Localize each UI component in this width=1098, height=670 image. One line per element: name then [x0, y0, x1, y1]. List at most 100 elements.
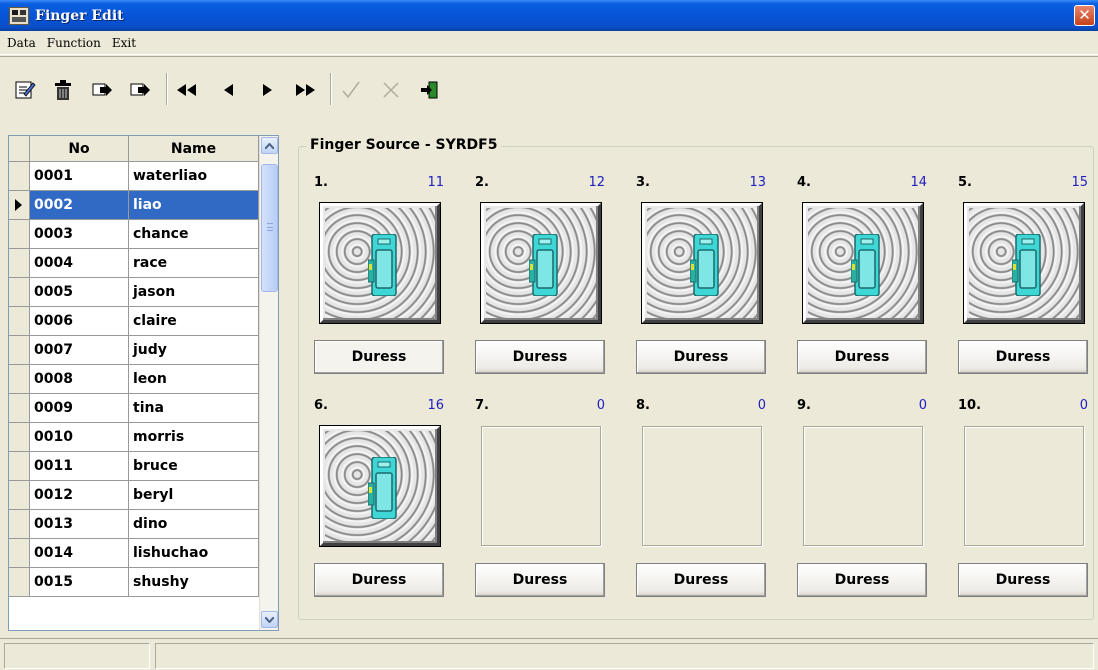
duress-button[interactable]: Duress	[958, 563, 1088, 597]
menu-data[interactable]: Data	[3, 36, 40, 50]
duress-button[interactable]: Duress	[475, 340, 605, 374]
row-indicator[interactable]	[9, 365, 30, 394]
grid-vertical-scrollbar[interactable]	[259, 136, 278, 630]
fingerprint-image[interactable]	[320, 203, 440, 323]
empty-fingerprint-slot[interactable]	[642, 426, 762, 546]
cell-name[interactable]: liao	[129, 191, 259, 220]
row-indicator[interactable]	[9, 568, 30, 597]
duress-button[interactable]: Duress	[636, 340, 766, 374]
cell-no[interactable]: 0015	[30, 568, 129, 597]
import-button[interactable]	[90, 77, 116, 103]
export-button[interactable]	[128, 77, 154, 103]
scroll-thumb[interactable]	[261, 164, 278, 292]
menu-exit[interactable]: Exit	[108, 36, 140, 50]
duress-button[interactable]: Duress	[314, 340, 444, 374]
row-indicator[interactable]	[9, 220, 30, 249]
cell-no[interactable]: 0010	[30, 423, 129, 452]
fingerprint-image[interactable]	[642, 203, 762, 323]
table-row[interactable]: 0014 lishuchao	[9, 539, 259, 568]
cell-no[interactable]: 0002	[30, 191, 129, 220]
cell-no[interactable]: 0001	[30, 162, 129, 191]
scroll-down-button[interactable]	[261, 611, 278, 628]
table-row[interactable]: 0009 tina	[9, 394, 259, 423]
cell-no[interactable]: 0007	[30, 336, 129, 365]
row-indicator[interactable]	[9, 336, 30, 365]
close-button[interactable]: ✕	[1074, 5, 1095, 26]
cell-name[interactable]: race	[129, 249, 259, 278]
cell-name[interactable]: chance	[129, 220, 259, 249]
table-row[interactable]: 0008 leon	[9, 365, 259, 394]
table-row[interactable]: 0010 morris	[9, 423, 259, 452]
cell-no[interactable]: 0005	[30, 278, 129, 307]
cell-name[interactable]: lishuchao	[129, 539, 259, 568]
cell-name[interactable]: beryl	[129, 481, 259, 510]
previous-record-button[interactable]	[216, 77, 242, 103]
cell-name[interactable]: leon	[129, 365, 259, 394]
table-row[interactable]: 0006 claire	[9, 307, 259, 336]
fingerprint-image[interactable]	[320, 426, 440, 546]
cell-name[interactable]: bruce	[129, 452, 259, 481]
table-row[interactable]: 0013 dino	[9, 510, 259, 539]
table-row[interactable]: 0002 liao	[9, 191, 259, 220]
fingerprint-image[interactable]	[803, 203, 923, 323]
fingerprint-image[interactable]	[481, 203, 601, 323]
table-row[interactable]: 0012 beryl	[9, 481, 259, 510]
table-row[interactable]: 0004 race	[9, 249, 259, 278]
empty-fingerprint-slot[interactable]	[803, 426, 923, 546]
row-indicator[interactable]	[9, 423, 30, 452]
cell-name[interactable]: jason	[129, 278, 259, 307]
cell-no[interactable]: 0003	[30, 220, 129, 249]
table-row[interactable]: 0005 jason	[9, 278, 259, 307]
row-indicator[interactable]	[9, 394, 30, 423]
table-row[interactable]: 0001 waterliao	[9, 162, 259, 191]
fingerprint-image[interactable]	[964, 203, 1084, 323]
employee-grid[interactable]: No Name 0001 waterliao 0002 liao 0003 chance 0…	[8, 135, 279, 631]
cell-name[interactable]: tina	[129, 394, 259, 423]
row-indicator[interactable]	[9, 539, 30, 568]
next-record-button[interactable]	[254, 77, 280, 103]
cell-name[interactable]: claire	[129, 307, 259, 336]
table-row[interactable]: 0011 bruce	[9, 452, 259, 481]
cell-no[interactable]: 0004	[30, 249, 129, 278]
cell-name[interactable]: judy	[129, 336, 259, 365]
duress-button[interactable]: Duress	[636, 563, 766, 597]
row-indicator[interactable]	[9, 452, 30, 481]
cancel-button[interactable]	[378, 77, 404, 103]
scroll-up-button[interactable]	[261, 137, 278, 154]
exit-button[interactable]	[416, 77, 442, 103]
last-record-button[interactable]	[292, 77, 318, 103]
first-record-button[interactable]	[174, 77, 200, 103]
duress-button[interactable]: Duress	[475, 563, 605, 597]
delete-button[interactable]	[50, 77, 76, 103]
cell-name[interactable]: waterliao	[129, 162, 259, 191]
column-header-no[interactable]: No	[30, 136, 129, 162]
cell-no[interactable]: 0013	[30, 510, 129, 539]
row-indicator[interactable]	[9, 249, 30, 278]
column-header-name[interactable]: Name	[129, 136, 259, 162]
duress-button[interactable]: Duress	[958, 340, 1088, 374]
confirm-button[interactable]	[338, 77, 364, 103]
empty-fingerprint-slot[interactable]	[481, 426, 601, 546]
duress-button[interactable]: Duress	[797, 340, 927, 374]
duress-button[interactable]: Duress	[797, 563, 927, 597]
menu-function[interactable]: Function	[43, 36, 105, 50]
row-indicator[interactable]	[9, 510, 30, 539]
edit-button[interactable]	[12, 77, 38, 103]
empty-fingerprint-slot[interactable]	[964, 426, 1084, 546]
row-indicator[interactable]	[9, 278, 30, 307]
cell-no[interactable]: 0009	[30, 394, 129, 423]
cell-name[interactable]: shushy	[129, 568, 259, 597]
cell-no[interactable]: 0008	[30, 365, 129, 394]
cell-no[interactable]: 0012	[30, 481, 129, 510]
cell-name[interactable]: morris	[129, 423, 259, 452]
row-indicator[interactable]	[9, 162, 30, 191]
row-indicator[interactable]	[9, 481, 30, 510]
cell-no[interactable]: 0011	[30, 452, 129, 481]
row-indicator[interactable]	[9, 191, 30, 220]
cell-no[interactable]: 0006	[30, 307, 129, 336]
cell-name[interactable]: dino	[129, 510, 259, 539]
row-indicator[interactable]	[9, 307, 30, 336]
table-row[interactable]: 0003 chance	[9, 220, 259, 249]
cell-no[interactable]: 0014	[30, 539, 129, 568]
table-row[interactable]: 0007 judy	[9, 336, 259, 365]
